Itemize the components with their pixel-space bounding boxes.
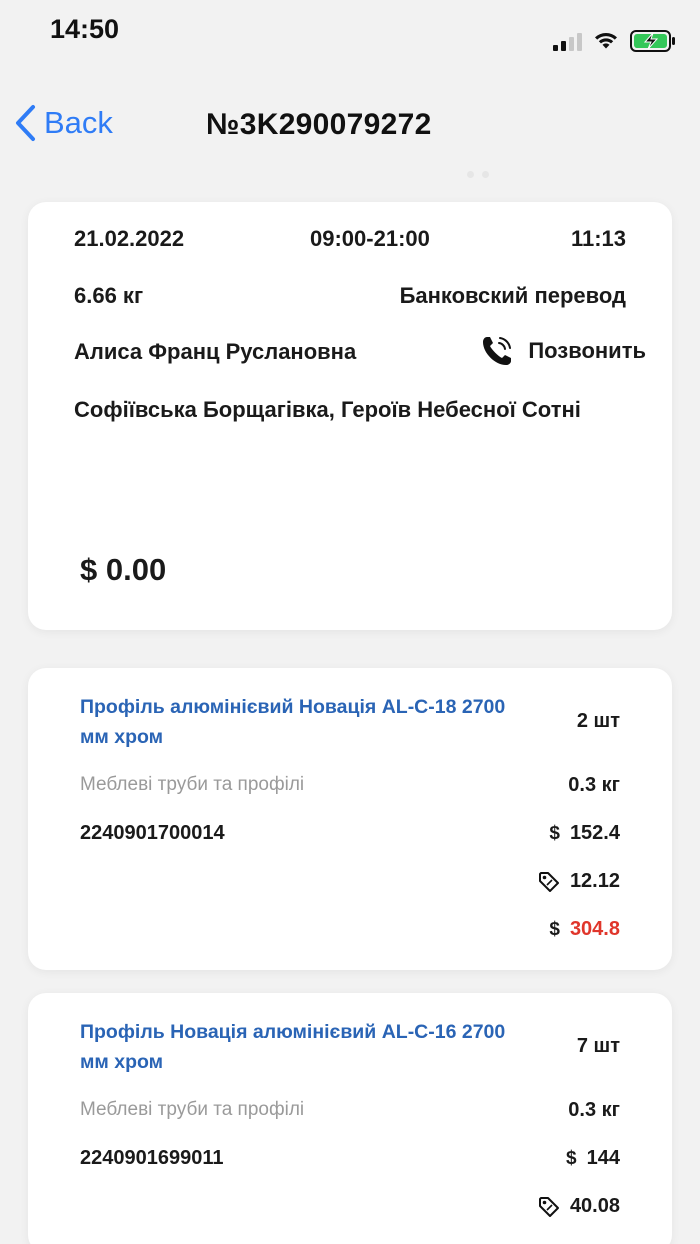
page-title: №3K290079272 [206,108,432,141]
delivery-window: 09:00-21:00 [310,226,430,251]
item-name-link[interactable]: Профіль алюмінієвий Новація AL-C-18 2700… [80,692,520,752]
order-time: 11:13 [570,226,626,251]
total-amount: 0.00 [105,552,167,587]
price-tag-icon [538,1196,559,1217]
order-summary-card: 21.02.2022 09:00-21:00 11:13 6.66 кг Бан… [28,202,672,630]
item-weight: 0.3 кг [568,774,620,796]
item-barcode: 2240901700014 [80,822,225,844]
delivery-address: Софіївська Борщагівка, Героїв Небесної С… [74,397,581,422]
currency-symbol: $ [549,919,560,940]
item-quantity: 2 шт [576,710,620,732]
page-indicator [467,171,489,178]
price-tag-icon [538,871,559,892]
order-weight: 6.66 кг [74,283,144,308]
back-label: Back [44,105,113,140]
item-discount-value: 12.12 [569,870,620,892]
wifi-icon [595,33,617,49]
item-sum-value: 304.8 [569,918,620,940]
item-category: Меблеві труби та профілі [80,1099,305,1120]
item-quantity: 7 шт [576,1035,620,1057]
item-weight: 0.3 кг [568,1099,620,1121]
item-price: $ 144 [566,1147,620,1170]
currency-symbol: $ [549,823,560,844]
item-discount: 40.08 [538,1195,620,1218]
status-time: 14:50 [50,14,120,44]
chevron-left-icon [16,105,35,141]
item-discount-value: 40.08 [569,1195,620,1217]
order-item-card: Профіль алюмінієвий Новація AL-C-18 2700… [28,668,672,970]
item-price-value: 144 [586,1147,620,1169]
order-total: $ 0.00 [80,552,166,588]
currency-symbol: $ [80,552,98,587]
phone-call-icon [483,337,512,365]
status-icons [553,30,676,52]
nav-bar: Back №3K290079272 [0,90,700,160]
order-item-card: Профіль Новація алюмінієвий AL-C-16 2700… [28,993,672,1244]
call-label: Позвонить [528,338,646,363]
item-price-value: 152.4 [569,822,620,844]
customer-name: Алиса Франц Руслановна [74,339,357,364]
cellular-signal-icon [553,31,582,51]
call-button[interactable]: Позвонить [480,334,646,368]
currency-symbol: $ [566,1148,577,1169]
payment-method: Банковский перевод [399,283,626,308]
item-sum: $ 304.8 [549,918,620,941]
item-barcode: 2240901699011 [80,1147,224,1169]
item-discount: 12.12 [538,870,620,893]
item-name-link[interactable]: Профіль Новація алюмінієвий AL-C-16 2700… [80,1017,520,1077]
battery-charging-icon [630,30,675,52]
item-category: Меблеві труби та профілі [80,774,305,795]
item-price: $ 152.4 [549,822,620,845]
back-button[interactable]: Back [14,104,113,142]
status-bar: 14:50 [0,0,700,70]
order-date: 21.02.2022 [74,226,185,251]
